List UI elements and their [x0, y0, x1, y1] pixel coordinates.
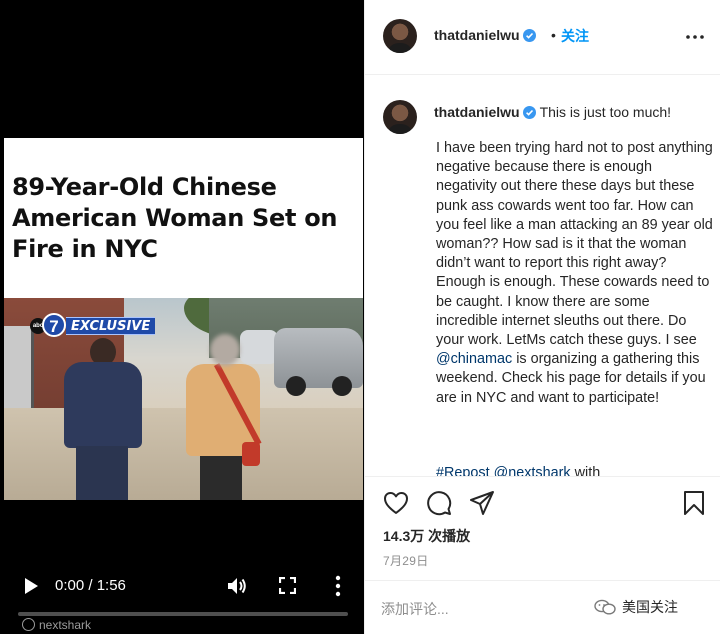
- caption-username[interactable]: thatdanielwu: [434, 104, 520, 120]
- caption-avatar[interactable]: [383, 100, 417, 134]
- video-frame[interactable]: abc 7 EXCLUSIVE: [4, 298, 363, 500]
- bookmark-icon[interactable]: [681, 490, 707, 516]
- video-player[interactable]: 89-Year-Old Chinese American Woman Set o…: [0, 0, 364, 634]
- post-date[interactable]: 7月29日: [383, 552, 429, 569]
- video-watermark: nextshark: [2, 617, 91, 634]
- header-username[interactable]: thatdanielwu: [434, 27, 536, 43]
- post-header: thatdanielwu • 关注: [365, 0, 720, 75]
- verified-icon: [522, 29, 536, 42]
- abc7-logo: abc 7: [30, 313, 70, 337]
- caption-hashtags[interactable]: #Repost @nextshark with: [436, 464, 600, 476]
- video-progress-bar[interactable]: [18, 612, 348, 616]
- caption-intro: This is just too much!: [539, 104, 672, 120]
- caption-area: thatdanielwu This is just too much! I hav…: [365, 76, 720, 476]
- video-more-icon[interactable]: [334, 575, 342, 597]
- man-figure: [62, 338, 142, 500]
- caption-headline: thatdanielwu This is just too much!: [434, 103, 671, 121]
- post-panel: thatdanielwu • 关注 thatdanielwu This is ju…: [364, 0, 720, 634]
- avatar[interactable]: [383, 19, 417, 53]
- video-headline-card: 89-Year-Old Chinese American Woman Set o…: [4, 138, 363, 298]
- share-icon[interactable]: [469, 490, 495, 516]
- more-horizontal-icon[interactable]: [685, 30, 705, 44]
- video-controls: 0:00 / 1:56: [0, 566, 364, 606]
- volume-icon[interactable]: [226, 576, 248, 596]
- separator-dot: •: [551, 27, 556, 43]
- repost-icon: [22, 618, 35, 631]
- woman-figure: [180, 334, 266, 500]
- verified-icon: [522, 106, 536, 119]
- follow-button[interactable]: 关注: [561, 26, 589, 46]
- view-count[interactable]: 14.3万 次播放: [383, 526, 470, 546]
- comment-input[interactable]: [381, 598, 581, 620]
- actions-bar: [365, 476, 720, 528]
- exclusive-badge: EXCLUSIVE: [66, 317, 156, 335]
- wechat-icon: [594, 599, 616, 615]
- play-icon[interactable]: [22, 577, 40, 595]
- wechat-watermark: 美国关注: [594, 595, 678, 619]
- video-headline: 89-Year-Old Chinese American Woman Set o…: [12, 173, 338, 263]
- comment-bar: 美国关注: [365, 580, 720, 634]
- video-time: 0:00 / 1:56: [55, 577, 126, 594]
- parked-car: [274, 328, 363, 396]
- heart-icon[interactable]: [383, 490, 409, 516]
- mention-link[interactable]: @chinamac: [436, 351, 512, 367]
- fullscreen-icon[interactable]: [279, 577, 296, 594]
- caption-body: I have been trying hard not to post anyt…: [436, 140, 713, 406]
- comment-icon[interactable]: [426, 490, 452, 516]
